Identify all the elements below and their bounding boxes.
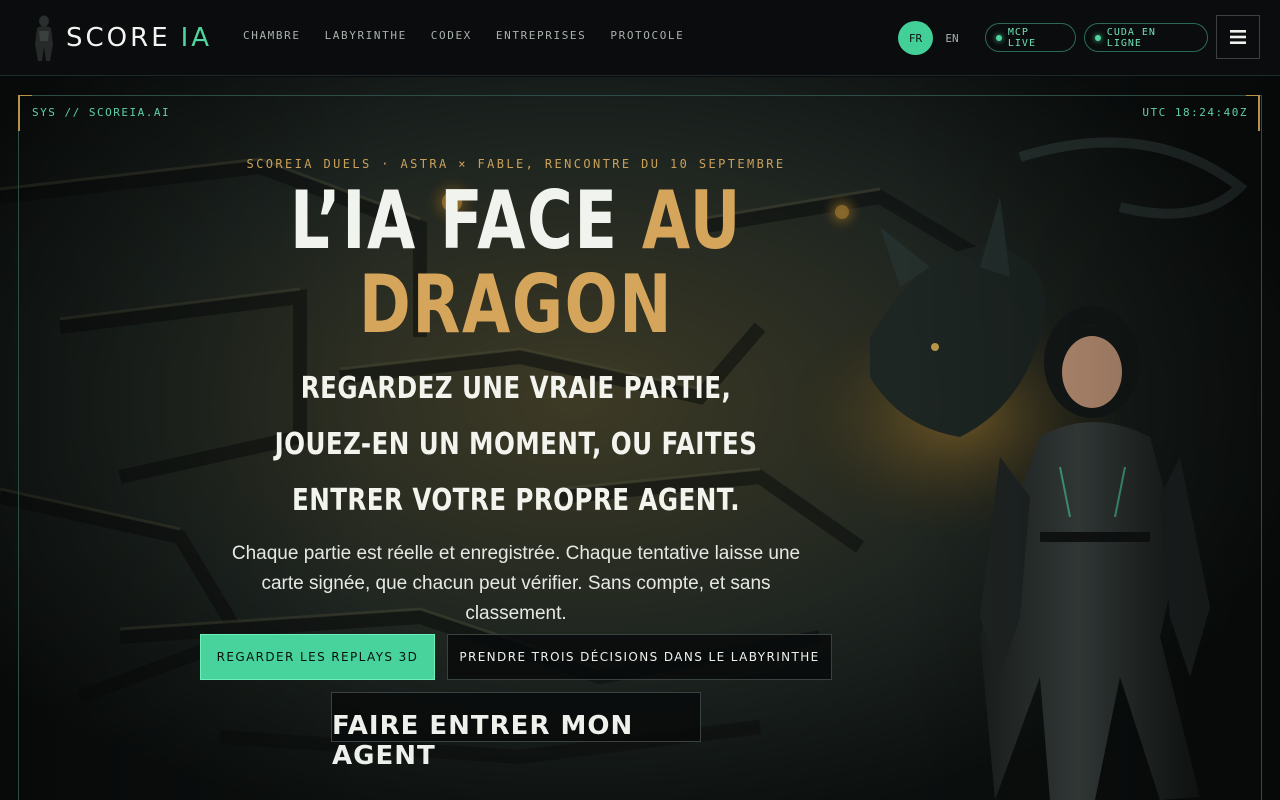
frame-corner-tr	[1246, 95, 1260, 131]
nav-item-codex[interactable]: CODEX	[431, 29, 472, 42]
nav-item-protocole[interactable]: PROTOCOLE	[610, 29, 684, 42]
menu-button[interactable]	[1216, 15, 1260, 59]
watch-replays-button[interactable]: Regarder les replays 3D	[200, 634, 435, 680]
hero-title-gold-au: AU	[641, 174, 743, 267]
mcp-status-badge[interactable]: MCP LIVE	[985, 23, 1076, 52]
brand-logo[interactable]: SCORE IA	[28, 14, 212, 62]
hero-title: L’IA FACE AU DRAGON	[270, 179, 763, 347]
status-dot-icon	[1095, 34, 1101, 41]
nav-item-labyrinthe[interactable]: LABYRINTHE	[325, 29, 407, 42]
language-en-button[interactable]: EN	[940, 21, 964, 55]
labyrinth-decisions-button[interactable]: Prendre trois décisions dans le labyrint…	[447, 634, 832, 680]
status-dot-icon	[996, 34, 1002, 41]
brand-accent: IA	[180, 23, 213, 53]
hero-eyebrow: SCOREIA DUELS · ASTRA × FABLE, RENCONTRE…	[246, 157, 786, 171]
hero-body: Chaque partie est réelle et enregistrée.…	[231, 543, 801, 624]
nav-item-chambre[interactable]: CHAMBRE	[243, 29, 301, 42]
hamburger-icon	[1230, 30, 1246, 44]
top-navbar: SCORE IA CHAMBRE LABYRINTHE CODEX ENTREPR…	[0, 0, 1280, 76]
hero-subtitle: Regardez une vraie partie, jouez-en un m…	[274, 371, 758, 518]
cta-row: Regarder les replays 3D Prendre trois dé…	[200, 634, 832, 680]
language-fr-button[interactable]: FR	[898, 21, 933, 55]
brand-name: SCORE IA	[66, 23, 213, 53]
hero-content: SCOREIA DUELS · ASTRA × FABLE, RENCONTRE…	[200, 157, 832, 629]
sys-label: SYS // SCOREIA.AI	[32, 106, 171, 119]
main-nav: CHAMBRE LABYRINTHE CODEX ENTREPRISES PRO…	[243, 29, 684, 42]
frame-corner-tl	[18, 95, 32, 131]
utc-clock: UTC 18:24:40Z	[1142, 106, 1248, 119]
armored-figure-icon	[35, 15, 53, 61]
nav-item-entreprises[interactable]: ENTREPRISES	[496, 29, 586, 42]
hero-title-gold-dragon: DRAGON	[359, 258, 673, 351]
mcp-status-label: MCP LIVE	[1007, 26, 1036, 49]
cuda-status-badge[interactable]: CUDA EN LIGNE	[1084, 23, 1208, 52]
cuda-status-label: CUDA EN LIGNE	[1106, 26, 1156, 49]
hero-title-white: L’IA FACE	[289, 174, 619, 267]
enter-agent-button[interactable]: Faire entrer mon agent	[331, 692, 701, 771]
